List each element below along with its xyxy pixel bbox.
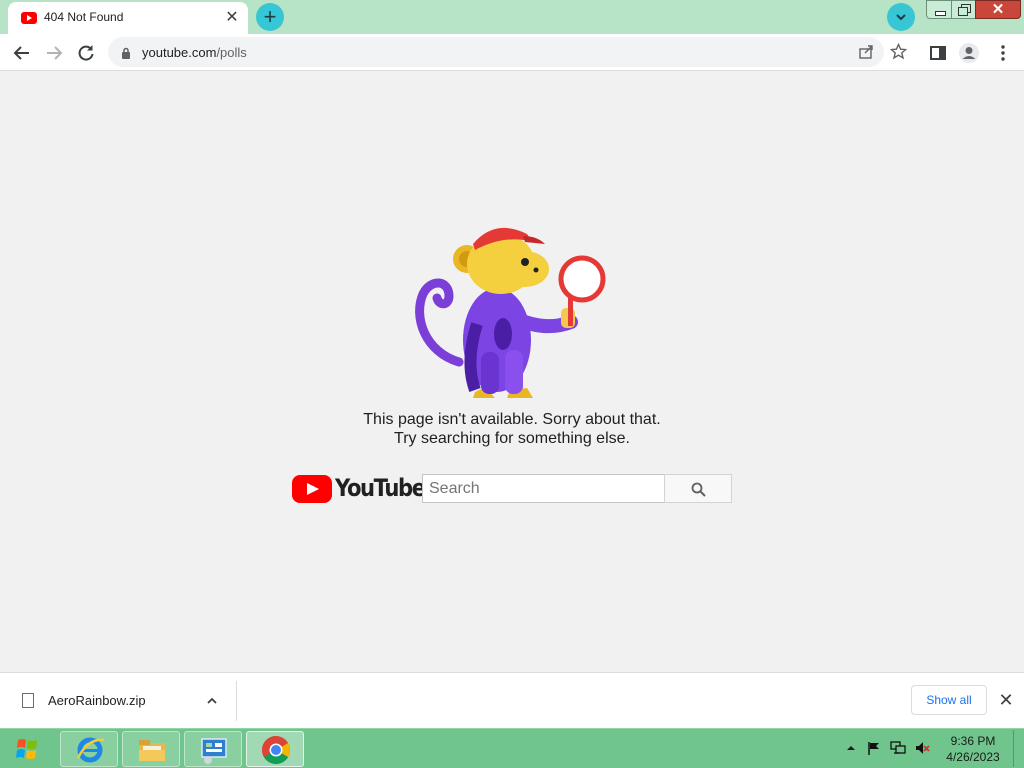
restore-button[interactable]	[951, 0, 976, 19]
volume-muted-icon[interactable]	[914, 740, 930, 756]
tab-close-icon[interactable]: ✕	[222, 8, 242, 28]
address-bar[interactable]: youtube.com/polls	[108, 37, 907, 67]
chevron-down-icon	[896, 14, 906, 21]
clock-date: 4/26/2023	[946, 750, 1000, 764]
system-clock[interactable]: 9:36 PM 4/26/2023	[940, 733, 1006, 765]
clock-time: 9:36 PM	[950, 734, 996, 748]
network-icon[interactable]	[890, 740, 906, 756]
browser-title-bar: 404 Not Found ✕ + ✕	[0, 0, 1024, 34]
close-shelf-icon[interactable]: ✕	[996, 690, 1016, 710]
window-close-button[interactable]: ✕	[975, 0, 1021, 19]
profile-avatar-icon[interactable]	[958, 42, 980, 64]
show-desktop-button[interactable]	[1013, 730, 1023, 767]
browser-toolbar: youtube.com/polls	[0, 34, 1024, 71]
back-arrow-icon[interactable]	[11, 42, 33, 64]
bookmark-star-icon[interactable]	[890, 43, 907, 60]
action-center-flag-icon[interactable]	[866, 740, 882, 756]
youtube-favicon-icon	[21, 12, 37, 24]
windows-logo-icon	[16, 739, 37, 759]
search-button[interactable]	[664, 474, 732, 503]
show-all-button[interactable]: Show all	[911, 685, 987, 715]
file-icon	[22, 693, 34, 708]
chrome-icon	[262, 736, 290, 764]
error-message-line-2: Try searching for something else.	[394, 430, 630, 447]
close-icon: ✕	[991, 1, 1005, 18]
page-content: This page isn't available. Sorry about t…	[0, 72, 1024, 672]
tray-overflow-icon[interactable]	[843, 740, 859, 756]
internet-explorer-icon	[76, 737, 105, 763]
url-text[interactable]: youtube.com/polls	[142, 45, 247, 60]
search-icon	[691, 482, 706, 497]
download-shelf: AeroRainbow.zip Show all ✕	[0, 672, 1024, 728]
minimize-button[interactable]	[926, 0, 952, 19]
file-explorer-icon	[139, 740, 165, 761]
forward-arrow-icon[interactable]	[43, 42, 65, 64]
search-input[interactable]	[422, 474, 665, 503]
url-path: /polls	[216, 45, 247, 60]
taskbar-control-panel[interactable]	[184, 731, 242, 767]
more-menu-icon[interactable]	[992, 42, 1014, 64]
tab-title: 404 Not Found	[44, 10, 124, 24]
tab-search-button[interactable]	[887, 3, 915, 31]
divider	[236, 681, 237, 721]
youtube-wordmark: YouTube	[335, 474, 426, 502]
side-panel-icon[interactable]	[927, 42, 949, 64]
download-file-name[interactable]: AeroRainbow.zip	[48, 693, 146, 708]
taskbar-file-explorer[interactable]	[122, 731, 180, 767]
share-icon[interactable]	[858, 44, 874, 60]
youtube-logo[interactable]: YouTube	[292, 473, 426, 507]
taskbar-internet-explorer[interactable]	[60, 731, 118, 767]
taskbar-chrome[interactable]	[246, 731, 304, 767]
lock-icon[interactable]	[121, 47, 131, 59]
control-panel-icon	[201, 738, 227, 764]
error-message-line-1: This page isn't available. Sorry about t…	[363, 411, 661, 428]
reload-icon[interactable]	[75, 42, 97, 64]
monkey-illustration	[415, 227, 606, 398]
new-tab-button[interactable]: +	[256, 3, 284, 31]
start-button[interactable]	[4, 731, 50, 767]
url-host: youtube.com	[142, 45, 217, 60]
tab-active[interactable]: 404 Not Found ✕	[8, 2, 248, 34]
chevron-up-icon[interactable]	[204, 693, 220, 709]
youtube-play-icon	[292, 475, 332, 503]
